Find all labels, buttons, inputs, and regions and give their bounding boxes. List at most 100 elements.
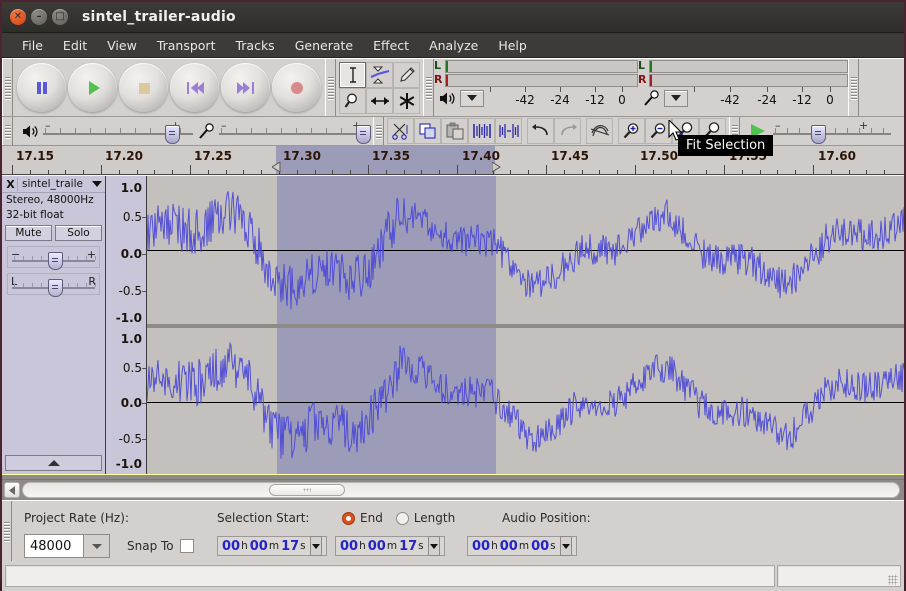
transport-toolbar-grip[interactable] (2, 59, 13, 116)
selection-start-field[interactable]: 00 h 00 m 17 s (217, 536, 327, 556)
minimize-window-button[interactable]: – (31, 9, 47, 25)
input-meter-menu-button[interactable] (664, 89, 688, 107)
menu-edit[interactable]: Edit (53, 36, 97, 55)
paste-button[interactable] (441, 118, 468, 144)
menu-effect[interactable]: Effect (363, 36, 419, 55)
scrollbar-thumb[interactable] (269, 484, 345, 496)
sel-end-spinner[interactable] (427, 536, 440, 556)
maximize-window-button[interactable]: □ (52, 9, 68, 25)
sel-start-h-unit: h (241, 540, 248, 552)
vruler-ch1-0.0: 0.0 (120, 247, 142, 261)
vruler-ch2--1.0: -1.0 (115, 457, 142, 471)
ruler-label-1: 17.20 (105, 149, 143, 163)
track-title[interactable]: sintel_traile (18, 178, 91, 190)
mute-button[interactable]: Mute (5, 225, 52, 241)
zoom-in-button[interactable] (618, 118, 645, 144)
selection-tool[interactable] (339, 61, 366, 88)
gain-slider[interactable]: − + (7, 246, 100, 270)
project-rate-value[interactable]: 48000 (24, 534, 84, 558)
audio-pos-seconds: 00 (531, 538, 550, 554)
edit-toolbar-grip[interactable] (373, 117, 384, 145)
skip-to-start-button[interactable] (170, 63, 219, 112)
menu-bar: File Edit View Transport Tracks Generate… (2, 33, 904, 58)
vruler-ch1-0.5: 0.5 (122, 210, 142, 224)
ruler-label-0: 17.15 (16, 149, 54, 163)
audio-pos-h-unit: h (491, 540, 498, 552)
zoom-tool[interactable] (339, 87, 366, 114)
tools-toolbar-grip[interactable] (325, 59, 336, 116)
close-track-button[interactable]: X (4, 177, 18, 191)
toolbar-row-1: L R -42 -24 -12 0 L R -42 -24 -12 0 (2, 59, 904, 117)
play-button[interactable] (68, 63, 117, 112)
envelope-tool[interactable] (366, 61, 393, 88)
project-rate-dropdown[interactable] (84, 534, 110, 558)
stop-button[interactable] (119, 63, 168, 112)
record-button[interactable] (272, 63, 321, 112)
audio-pos-spinner[interactable] (559, 536, 572, 556)
audio-position-field[interactable]: 00 h 00 m 00 s (467, 536, 577, 556)
output-meter[interactable]: L R -42 -24 -12 0 (434, 59, 638, 111)
input-meter-bars: L R (638, 59, 848, 87)
pause-button[interactable] (17, 63, 66, 112)
microphone-icon (638, 90, 664, 106)
collapse-track-button[interactable] (5, 455, 102, 471)
menu-generate[interactable]: Generate (285, 36, 363, 55)
output-scale-0: 0 (618, 93, 626, 107)
waveform-channel-right[interactable] (147, 328, 904, 474)
menu-view[interactable]: View (97, 36, 147, 55)
close-window-button[interactable]: ✕ (10, 9, 26, 25)
sel-start-minutes: 00 (249, 538, 268, 554)
skip-to-end-button[interactable] (221, 63, 270, 112)
sel-start-spinner[interactable] (309, 536, 322, 556)
solo-button[interactable]: Solo (55, 225, 102, 241)
timeshift-tool[interactable] (366, 87, 393, 114)
sync-lock-button[interactable] (586, 118, 613, 144)
menu-help[interactable]: Help (488, 36, 537, 55)
draw-tool[interactable] (393, 61, 420, 88)
cut-button[interactable] (387, 118, 414, 144)
vruler-ch2-0.5: 0.5 (122, 361, 142, 375)
selection-toolbar-grip[interactable] (2, 501, 12, 561)
input-volume-slider[interactable]: – + (219, 119, 371, 144)
toolbar-row1-end-grip[interactable] (848, 59, 859, 116)
menu-file[interactable]: File (12, 36, 53, 55)
output-volume-slider[interactable]: – + (43, 119, 193, 144)
undo-button[interactable] (527, 118, 554, 144)
sel-end-hours: 00 (340, 538, 359, 554)
waveform-channel-left[interactable] (147, 176, 904, 324)
menu-analyze[interactable]: Analyze (419, 36, 488, 55)
selection-end-field[interactable]: 00 h 00 m 17 s (335, 536, 445, 556)
end-radio-button[interactable] (342, 511, 355, 525)
horizontal-scrollbar[interactable] (2, 479, 904, 500)
silence-selection-button[interactable] (495, 118, 522, 144)
output-meter-menu-button[interactable] (460, 89, 484, 107)
copy-button[interactable] (414, 118, 441, 144)
ruler-label-9: 17.60 (818, 149, 856, 163)
scrollbar-trough[interactable] (22, 482, 900, 498)
trim-outside-selection-button[interactable] (468, 118, 495, 144)
output-meter-right-bar (445, 73, 638, 87)
redo-button[interactable] (554, 118, 581, 144)
waveform-area[interactable] (147, 176, 904, 474)
scroll-left-button[interactable] (4, 482, 20, 498)
meter-toolbar-grip[interactable] (423, 59, 434, 116)
output-meter-scale: -42 -24 -12 0 (434, 87, 638, 109)
ruler-label-7: 17.50 (640, 149, 678, 163)
pan-slider[interactable]: L R (7, 273, 100, 297)
input-meter[interactable]: L R -42 -24 -12 0 (638, 59, 848, 111)
menu-transport[interactable]: Transport (147, 36, 226, 55)
sel-end-seconds: 17 (399, 538, 418, 554)
output-meter-left-label: L (434, 59, 442, 72)
audio-position-label: Audio Position: (502, 511, 591, 525)
playback-speed-slider[interactable]: – + (773, 119, 891, 144)
selection-start-handle[interactable] (272, 162, 281, 173)
resize-grip[interactable] (888, 575, 898, 585)
snap-to-checkbox[interactable] (179, 539, 194, 553)
selection-end-handle[interactable] (492, 162, 501, 173)
multi-tool[interactable] (393, 87, 420, 114)
mixer-toolbar-grip[interactable] (2, 117, 13, 145)
menu-tracks[interactable]: Tracks (225, 36, 284, 55)
window-title: sintel_trailer-audio (82, 9, 236, 25)
chevron-down-icon[interactable] (91, 181, 103, 187)
length-radio-button[interactable] (395, 511, 409, 525)
